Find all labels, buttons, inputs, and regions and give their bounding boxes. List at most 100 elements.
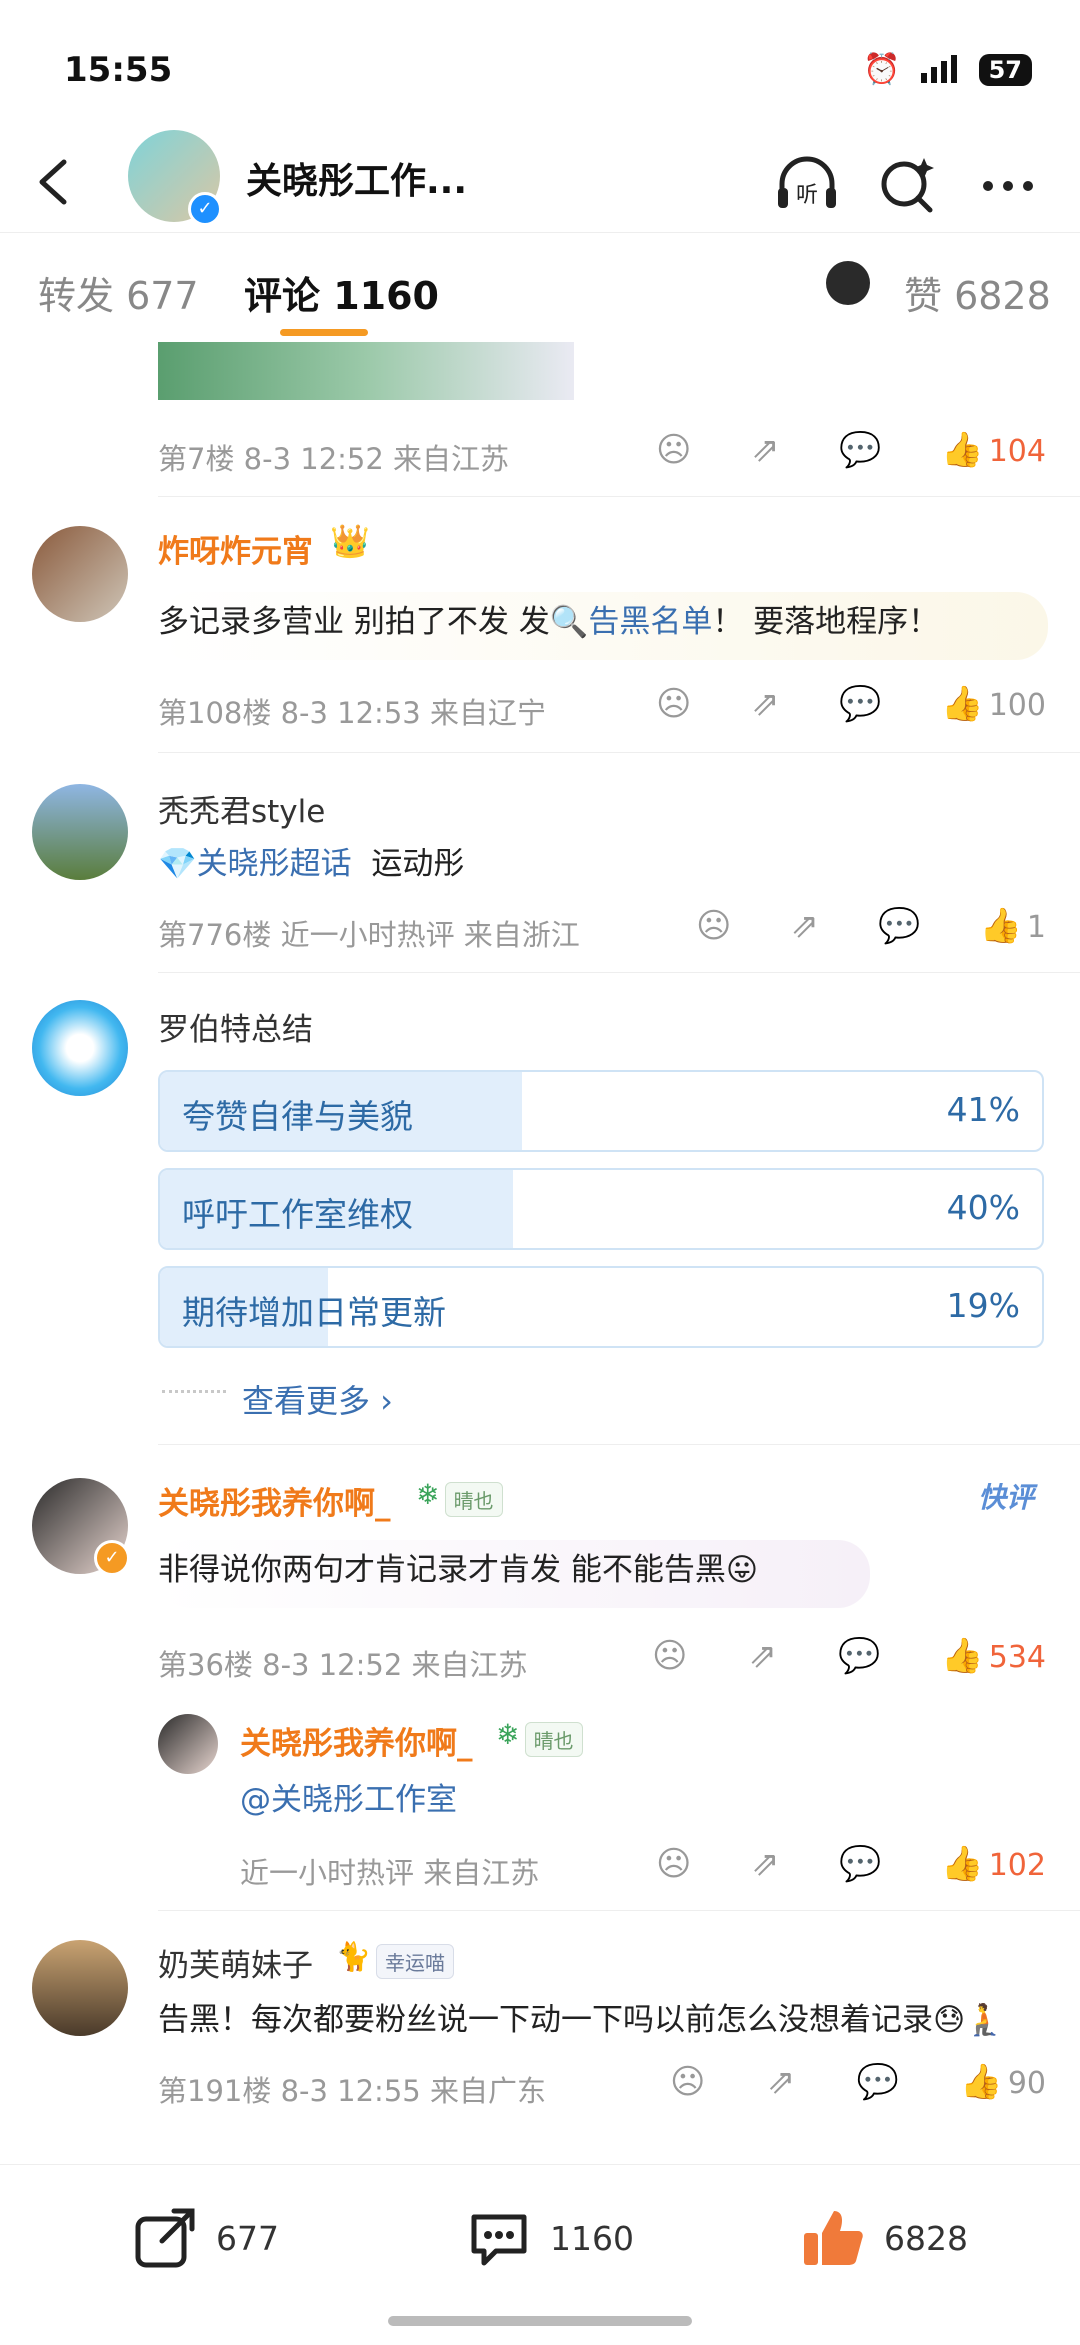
comment-username[interactable]: 罗伯特总结: [158, 1004, 313, 1049]
poll-option-percent: 40%: [946, 1188, 1020, 1227]
comment-meta: 第108楼 8-3 12:53 来自辽宁: [158, 696, 546, 730]
reply-icon[interactable]: 💬: [839, 1844, 881, 1884]
reply-username[interactable]: 关晓彤我养你啊_: [240, 1718, 473, 1763]
comment-button[interactable]: 1160: [466, 2205, 634, 2271]
reply-icon[interactable]: 💬: [838, 1636, 880, 1676]
dislike-icon[interactable]: ☹: [656, 430, 691, 470]
poll-option[interactable]: 期待增加日常更新 19%: [158, 1266, 1044, 1348]
share-icon[interactable]: ⇗: [748, 1636, 777, 1676]
share-icon[interactable]: ⇗: [751, 430, 780, 470]
dislike-icon[interactable]: ☹: [656, 684, 691, 724]
share-icon[interactable]: ⇗: [791, 906, 820, 946]
reply-icon[interactable]: 💬: [878, 906, 920, 946]
liker-avatar[interactable]: [826, 261, 870, 305]
thumb-up-icon: 👍: [979, 906, 1022, 946]
fan-badge: ❄ 晴也: [416, 1478, 503, 1517]
tab-repost[interactable]: 转发 677: [38, 265, 199, 320]
like-button[interactable]: 👍 90: [960, 2062, 1046, 2102]
back-button[interactable]: [28, 152, 78, 212]
comment-text-part: 多记录多营业 别拍了不发 发: [158, 604, 550, 640]
like-button[interactable]: 👍 1: [979, 906, 1046, 946]
dislike-icon[interactable]: ☹: [670, 2062, 705, 2102]
share-icon[interactable]: ⇗: [751, 1844, 780, 1884]
comment-meta: 第191楼 8-3 12:55 来自广东: [158, 2074, 546, 2108]
comment-actions: ☹ ⇗ 💬 👍 90: [670, 2062, 1046, 2102]
crown-icon: 👑: [330, 522, 370, 560]
share-icon[interactable]: ⇗: [751, 684, 780, 724]
comment-actions: ☹ ⇗ 💬 👍 534: [652, 1636, 1046, 1676]
battery-icon: 57: [978, 53, 1032, 86]
mention-link[interactable]: @关晓彤工作室: [240, 1774, 457, 1819]
see-more-link[interactable]: 查看更多 ›: [242, 1376, 393, 1422]
fan-badge-label: 晴也: [444, 1482, 503, 1517]
fan-badge: ❄ 晴也: [496, 1718, 583, 1757]
snowflake-icon: ❄: [496, 1718, 520, 1751]
divider: [158, 972, 1080, 973]
like-count: 104: [988, 434, 1046, 469]
thumb-up-icon: 👍: [941, 684, 984, 724]
comment-meta: 第36楼 8-3 12:52 来自江苏: [158, 1648, 528, 1682]
reply-icon[interactable]: 💬: [857, 2062, 899, 2102]
comment-actions: ☹ ⇗ 💬 👍 100: [656, 684, 1046, 724]
reply-icon[interactable]: 💬: [839, 430, 881, 470]
poll-option-label: 夸赞自律与美貌: [182, 1097, 413, 1136]
share-icon[interactable]: ⇗: [767, 2062, 796, 2102]
like-button[interactable]: 6828: [800, 2205, 968, 2271]
search-spark-icon: [881, 158, 934, 213]
divider: [158, 496, 1080, 497]
like-count: 6828: [884, 2218, 968, 2258]
avatar[interactable]: [32, 1940, 128, 2036]
search-topic-link[interactable]: 🔍告黑名单: [550, 604, 713, 640]
poll-option-percent: 41%: [946, 1090, 1020, 1129]
reply-icon[interactable]: 💬: [839, 684, 881, 724]
repost-button[interactable]: 677: [132, 2205, 279, 2271]
poll-option-label: 呼吁工作室维权: [182, 1195, 413, 1234]
search-button[interactable]: [872, 148, 942, 218]
vip-badge-icon: ✓: [94, 1540, 130, 1576]
like-button[interactable]: 👍 102: [941, 1844, 1046, 1884]
topic-label: 关晓彤超话: [196, 846, 352, 882]
repost-icon: [135, 2208, 195, 2268]
avatar[interactable]: [32, 526, 128, 622]
like-count: 534: [988, 1640, 1046, 1675]
signal-icon: [919, 53, 961, 87]
comment-meta: 第776楼 近一小时热评 来自浙江: [158, 918, 580, 952]
thumb-up-icon: 👍: [941, 1636, 984, 1676]
supertopic-link[interactable]: 💎关晓彤超话: [158, 846, 352, 882]
page-title[interactable]: 关晓彤工作...: [246, 152, 467, 204]
divider: [158, 752, 1080, 753]
snowflake-icon: ❄: [416, 1478, 440, 1511]
comment-username[interactable]: 秃秃君style: [158, 786, 325, 831]
status-bar: 15:55 ⏰ 57: [0, 0, 1080, 130]
like-button[interactable]: 👍 104: [941, 430, 1046, 470]
like-button[interactable]: 👍 100: [941, 684, 1046, 724]
status-time: 15:55: [64, 50, 173, 90]
poll-option[interactable]: 夸赞自律与美貌 41%: [158, 1070, 1044, 1152]
fan-badge-label: 幸运喵: [375, 1944, 454, 1979]
listen-button[interactable]: 听: [772, 148, 842, 218]
like-count: 90: [1007, 2066, 1046, 2101]
dislike-icon[interactable]: ☹: [652, 1636, 687, 1676]
avatar[interactable]: [32, 784, 128, 880]
quick-comment-label[interactable]: 快评: [978, 1476, 1034, 1516]
dislike-icon[interactable]: ☹: [696, 906, 731, 946]
more-button[interactable]: [976, 148, 1046, 218]
comment-count: 1160: [550, 2218, 634, 2258]
avatar[interactable]: [32, 1000, 128, 1096]
tab-comments[interactable]: 评论 1160: [244, 265, 439, 320]
comment-username[interactable]: 炸呀炸元宵: [158, 526, 313, 571]
tab-bar: 转发 677 评论 1160 赞 6828: [0, 232, 1080, 343]
dislike-icon[interactable]: ☹: [656, 1844, 691, 1884]
comment-text: 告黑！每次都要粉丝说一下动一下吗以前怎么没想着记录😓🧎: [158, 2002, 1004, 2038]
comment-image[interactable]: [158, 342, 574, 400]
poll-option[interactable]: 呼吁工作室维权 40%: [158, 1168, 1044, 1250]
tab-likes[interactable]: 赞 6828: [904, 265, 1051, 320]
comment-username[interactable]: 奶芙萌妹子: [158, 1940, 313, 1985]
repost-count: 677: [216, 2218, 279, 2258]
like-button[interactable]: 👍 534: [941, 1636, 1046, 1676]
avatar[interactable]: [158, 1714, 218, 1774]
comment-text: 多记录多营业 别拍了不发 发🔍告黑名单！ 要落地程序！: [158, 592, 1048, 660]
more-dots-icon: [983, 181, 1033, 191]
reply-meta: 近一小时热评 来自江苏: [240, 1856, 540, 1890]
comment-username[interactable]: 关晓彤我养你啊_: [158, 1478, 391, 1523]
